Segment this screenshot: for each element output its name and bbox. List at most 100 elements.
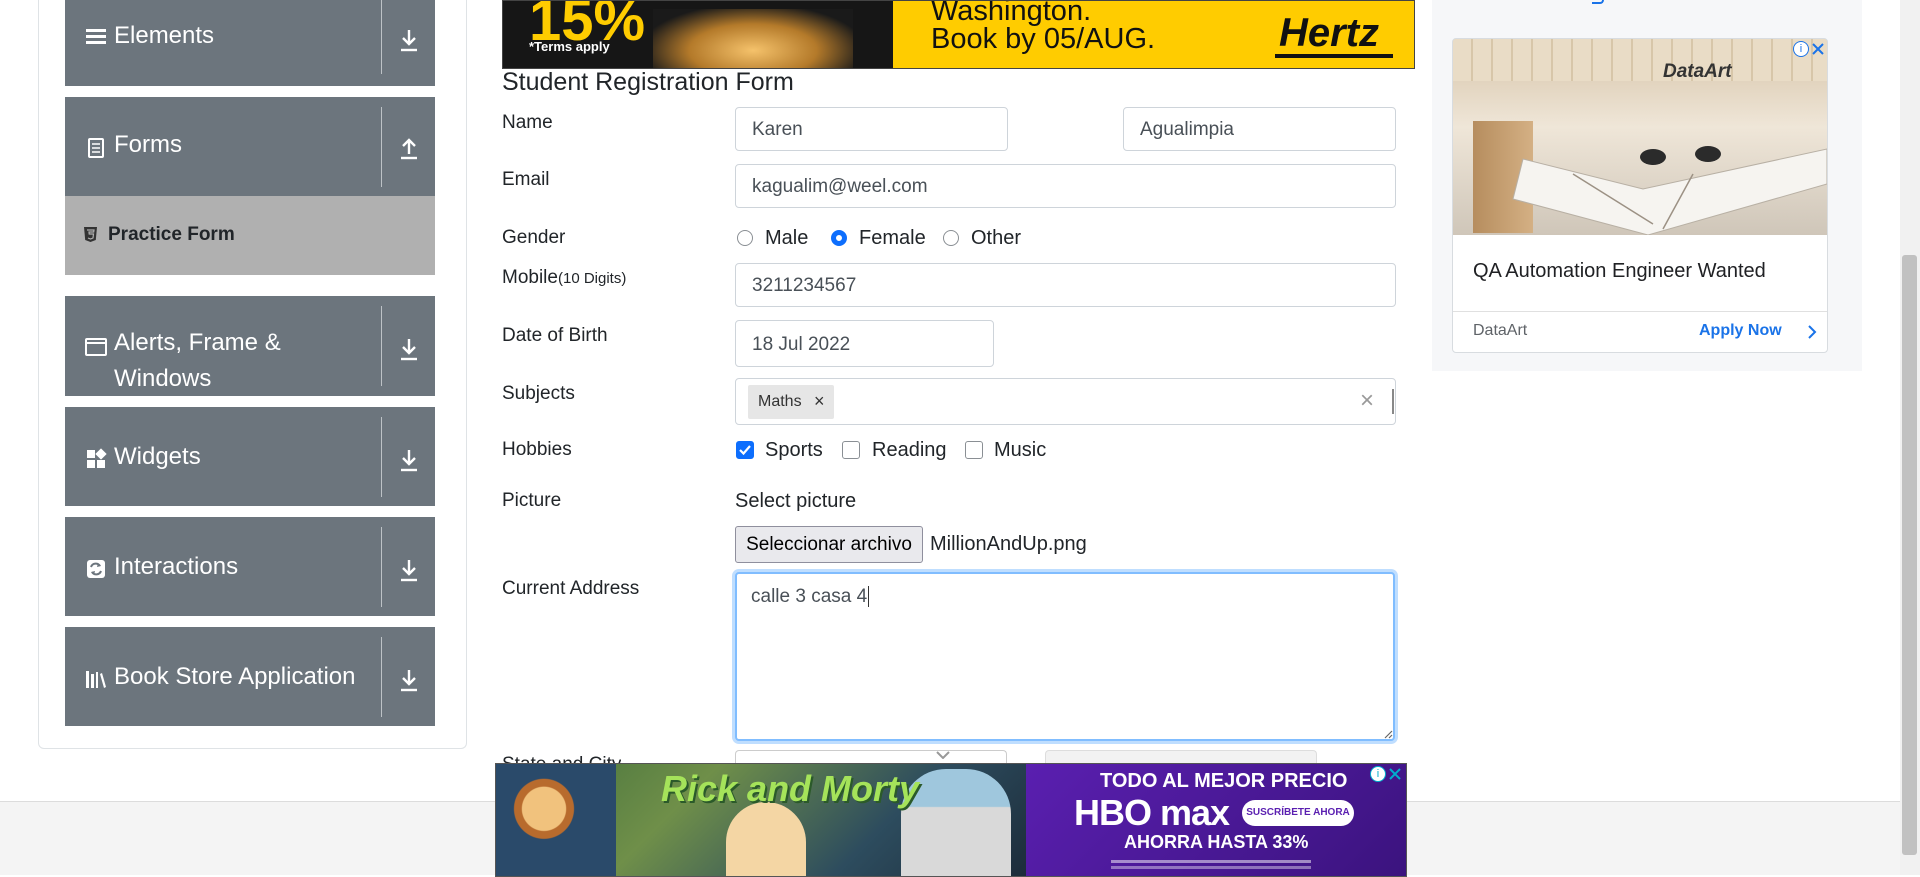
download-arrow-icon[interactable] bbox=[397, 336, 421, 362]
ad-info-icon[interactable]: i bbox=[1370, 766, 1386, 782]
sidebar-group-label: Book Store Application bbox=[114, 663, 356, 690]
interactions-icon bbox=[87, 560, 105, 578]
ad-info-icon[interactable]: i bbox=[1793, 41, 1809, 57]
hobby-music-checkbox[interactable] bbox=[965, 441, 983, 459]
widgets-icon bbox=[87, 448, 107, 468]
sidebar-group-forms[interactable]: Forms bbox=[65, 97, 435, 196]
reception-desk bbox=[1512, 146, 1827, 235]
dataart-logo: DataArt bbox=[1663, 61, 1732, 82]
current-address-label: Current Address bbox=[502, 578, 640, 599]
indicator-separator bbox=[1392, 389, 1394, 414]
resize-handle-icon[interactable] bbox=[1383, 729, 1393, 739]
sidebar-group-widgets[interactable]: Widgets bbox=[65, 407, 435, 506]
ad-close-icon[interactable] bbox=[1811, 42, 1825, 56]
divider bbox=[381, 637, 382, 717]
hbo-max-logo: HBO max bbox=[1074, 792, 1230, 833]
sidebar-group-alerts-frame-windows[interactable]: Alerts, Frame & Windows bbox=[65, 296, 435, 396]
document-icon bbox=[88, 138, 104, 158]
mobile-label-text: Mobile bbox=[502, 267, 558, 288]
hbo-max-banner-ad[interactable]: Rick and Morty TODO AL MEJOR PRECIO HBO … bbox=[495, 763, 1407, 877]
ad-image-office: DataArt i bbox=[1453, 39, 1827, 235]
subjects-label: Subjects bbox=[502, 383, 575, 404]
hobby-music-label[interactable]: Music bbox=[994, 439, 1046, 462]
sidebar-group-label: Forms bbox=[114, 131, 182, 158]
download-arrow-icon[interactable] bbox=[397, 447, 421, 473]
choose-file-button[interactable]: Seleccionar archivo bbox=[735, 526, 923, 563]
subjects-input[interactable]: Maths × × bbox=[735, 378, 1396, 425]
mobile-hint: (10 Digits) bbox=[557, 270, 627, 287]
ad-yellow-panel: Washington. Book by 05/AUG. Hertz bbox=[893, 1, 1414, 68]
clear-all-icon[interactable]: × bbox=[1360, 379, 1374, 423]
picture-label: Picture bbox=[502, 490, 562, 511]
name-label: Name bbox=[502, 112, 553, 133]
ad-fine-print bbox=[1111, 860, 1311, 863]
books-icon bbox=[86, 671, 106, 688]
rick-and-morty-logo: Rick and Morty bbox=[661, 768, 920, 809]
sidebar-item-practice-form[interactable]: Practice Form bbox=[65, 196, 435, 275]
mobile-input[interactable]: 3211234567 bbox=[735, 263, 1396, 307]
ad-divider bbox=[1453, 311, 1827, 312]
sidebar-group-label: Elements bbox=[114, 22, 215, 49]
divider bbox=[381, 107, 382, 187]
download-arrow-icon[interactable] bbox=[397, 557, 421, 583]
gender-other-label[interactable]: Other bbox=[971, 227, 1021, 250]
gender-other-radio[interactable] bbox=[943, 230, 959, 246]
download-arrow-icon[interactable] bbox=[397, 667, 421, 693]
first-name-input[interactable]: Karen bbox=[735, 107, 1008, 151]
ad-fine-print-2 bbox=[1111, 866, 1311, 869]
ad-image-rick-and-morty: Rick and Morty bbox=[496, 764, 1026, 876]
gender-female-radio[interactable] bbox=[831, 230, 847, 246]
gender-female-label[interactable]: Female bbox=[859, 227, 926, 250]
gender-male-label[interactable]: Male bbox=[765, 227, 808, 250]
ad-image-washington: 15% *Terms apply bbox=[503, 1, 893, 68]
hamburger-icon bbox=[86, 29, 106, 44]
download-arrow-icon[interactable] bbox=[397, 27, 421, 53]
chip-remove-icon[interactable]: × bbox=[814, 385, 825, 417]
hobby-sports-checkbox[interactable] bbox=[736, 441, 754, 459]
hobby-reading-label[interactable]: Reading bbox=[872, 439, 947, 462]
ad-terms: *Terms apply bbox=[529, 39, 610, 54]
sidebar-group-elements[interactable]: Elements bbox=[65, 0, 435, 86]
ad-close-icon[interactable] bbox=[1388, 767, 1402, 781]
current-address-textarea[interactable]: calle 3 casa 4​ bbox=[735, 572, 1395, 741]
email-label: Email bbox=[502, 169, 550, 190]
ad-line2: Book by 05/AUG. bbox=[931, 23, 1156, 55]
sidebar-group-label-line2: Windows bbox=[114, 365, 212, 392]
dob-input[interactable]: 18 Jul 2022 bbox=[735, 320, 994, 367]
email-input[interactable]: kagualim@weel.com bbox=[735, 164, 1396, 208]
hertz-logo: Hertz bbox=[1279, 11, 1380, 55]
sidebar-item-label: Practice Form bbox=[108, 224, 235, 245]
text-cursor: ​ bbox=[868, 586, 870, 607]
gender-male-radio[interactable] bbox=[737, 230, 753, 246]
last-name-input[interactable]: Agualimpia bbox=[1123, 107, 1396, 151]
ad-hbo-panel: TODO AL MEJOR PRECIO HBO max SUSCRÍBETE … bbox=[1026, 764, 1406, 876]
dataart-ad-card[interactable]: DataArt i QA Automation Engineer Wanted … bbox=[1452, 38, 1828, 353]
dob-label: Date of Birth bbox=[502, 325, 608, 346]
state-select[interactable] bbox=[735, 750, 1007, 763]
sidebar-group-book-store[interactable]: Book Store Application bbox=[65, 627, 435, 726]
window-icon bbox=[85, 338, 107, 356]
ceiling-panels bbox=[1453, 39, 1827, 81]
address-text: calle 3 casa 4 bbox=[751, 586, 868, 607]
sidebar-group-label: Alerts, Frame & bbox=[114, 329, 281, 356]
divider bbox=[381, 417, 382, 497]
city-select[interactable] bbox=[1045, 750, 1317, 763]
state-city-label: State and City bbox=[502, 754, 621, 763]
ad-cta[interactable]: Apply Now bbox=[1699, 322, 1782, 340]
divider bbox=[381, 0, 382, 74]
sidebar-group-interactions[interactable]: Interactions bbox=[65, 517, 435, 616]
subject-chip-label: Maths bbox=[758, 393, 802, 410]
sidebar-group-label: Widgets bbox=[114, 443, 201, 470]
gender-label: Gender bbox=[502, 227, 566, 248]
ad-hbo-line2: AHORRA HASTA 33% bbox=[1124, 832, 1309, 852]
scrollbar-thumb[interactable] bbox=[1902, 255, 1917, 855]
hobby-sports-label[interactable]: Sports bbox=[765, 439, 823, 462]
upload-arrow-icon[interactable] bbox=[397, 135, 421, 161]
hobby-reading-checkbox[interactable] bbox=[842, 441, 860, 459]
hertz-banner-ad[interactable]: 15% *Terms apply Washington. Book by 05/… bbox=[502, 0, 1415, 69]
character-jerry bbox=[496, 764, 616, 876]
ad-headline[interactable]: QA Automation Engineer Wanted bbox=[1473, 260, 1766, 283]
file-name: MillionAndUp.png bbox=[930, 533, 1087, 555]
ad-advertiser: DataArt bbox=[1473, 322, 1528, 339]
hbo-subscribe-button[interactable]: SUSCRÍBETE AHORA bbox=[1242, 800, 1354, 826]
